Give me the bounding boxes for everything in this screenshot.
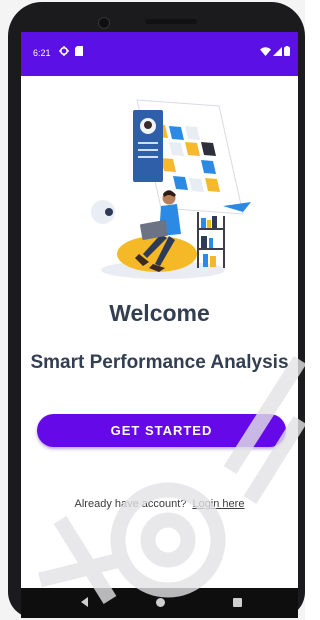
earpiece-speaker xyxy=(145,19,197,24)
profile-card-graphic xyxy=(133,110,163,182)
status-time: 6:21 xyxy=(33,48,51,58)
get-started-button[interactable]: GET STARTED xyxy=(37,414,286,447)
app-subtitle: Smart Performance Analysis xyxy=(30,352,289,373)
screenshot-page: 6:21 Welcome Smart Performance Analysis … xyxy=(0,0,305,620)
back-icon[interactable] xyxy=(81,597,88,607)
wifi-icon xyxy=(260,46,271,58)
person-with-laptop-calendar-illustration xyxy=(91,99,251,279)
recents-icon[interactable] xyxy=(233,598,242,607)
have-account-text: Already have account? xyxy=(74,498,187,510)
gear-icon xyxy=(59,46,69,58)
status-bar: 6:21 xyxy=(21,32,298,76)
login-prompt: Already have account? Login here xyxy=(21,498,298,510)
bookshelf-graphic xyxy=(197,212,225,268)
robot-ball-graphic xyxy=(91,200,115,224)
login-here-link[interactable]: Login here xyxy=(192,498,244,510)
signal-icon xyxy=(273,46,282,58)
navigation-bar xyxy=(21,588,298,618)
front-camera xyxy=(98,17,110,29)
app-screen: 6:21 Welcome Smart Performance Analysis … xyxy=(21,32,298,588)
sd-card-icon xyxy=(75,46,83,58)
battery-icon xyxy=(284,46,290,58)
welcome-heading: Welcome xyxy=(109,300,210,326)
status-right-icons xyxy=(260,46,290,58)
home-icon[interactable] xyxy=(156,598,165,607)
